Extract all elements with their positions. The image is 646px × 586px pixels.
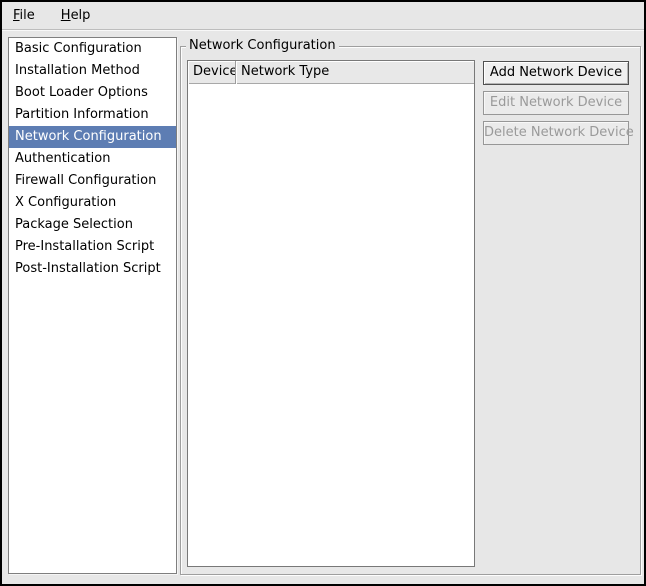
- column-header-network-type[interactable]: Network Type: [236, 61, 474, 84]
- add-network-device-button[interactable]: Add Network Device: [483, 61, 629, 85]
- sidebar-item-package-selection[interactable]: Package Selection: [9, 214, 176, 236]
- column-header-device[interactable]: Device: [188, 61, 236, 84]
- table-header-row: Device Network Type: [188, 61, 474, 84]
- kickstart-configurator-window: File Help Basic Configuration Installati…: [0, 0, 646, 586]
- menu-item-file[interactable]: File: [4, 5, 44, 27]
- sidebar-item-x-configuration[interactable]: X Configuration: [9, 192, 176, 214]
- menu-item-help[interactable]: Help: [52, 5, 100, 27]
- panel-title: Network Configuration: [186, 37, 339, 55]
- menu-item-file-label: File: [13, 8, 35, 23]
- sidebar-item-pre-installation-script[interactable]: Pre-Installation Script: [9, 236, 176, 258]
- edit-network-device-button[interactable]: Edit Network Device: [483, 91, 629, 115]
- menu-item-help-label: Help: [61, 8, 91, 23]
- device-table-body[interactable]: [188, 84, 474, 566]
- sidebar-item-installation-method[interactable]: Installation Method: [9, 60, 176, 82]
- network-configuration-panel: Network Configuration Device Network Typ…: [180, 46, 641, 575]
- sidebar-item-basic-configuration[interactable]: Basic Configuration: [9, 38, 176, 60]
- sidebar-item-authentication[interactable]: Authentication: [9, 148, 176, 170]
- category-list: Basic Configuration Installation Method …: [8, 37, 177, 574]
- sidebar-item-post-installation-script[interactable]: Post-Installation Script: [9, 258, 176, 280]
- delete-network-device-button[interactable]: Delete Network Device: [483, 121, 629, 145]
- sidebar-item-partition-information[interactable]: Partition Information: [9, 104, 176, 126]
- sidebar-item-network-configuration[interactable]: Network Configuration: [9, 126, 176, 148]
- sidebar-item-boot-loader-options[interactable]: Boot Loader Options: [9, 82, 176, 104]
- sidebar-item-firewall-configuration[interactable]: Firewall Configuration: [9, 170, 176, 192]
- menu-bar: File Help: [2, 2, 644, 30]
- network-device-table: Device Network Type: [187, 60, 475, 567]
